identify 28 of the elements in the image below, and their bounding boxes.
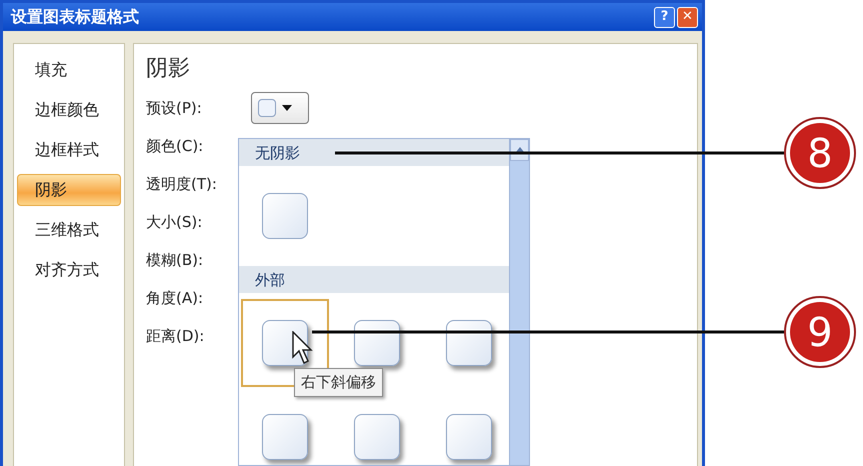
field-label: 颜色(C): bbox=[146, 136, 204, 157]
field-label: 透明度(T): bbox=[146, 174, 218, 195]
caret-icon bbox=[282, 105, 292, 111]
preset-dropdown[interactable] bbox=[251, 92, 309, 124]
gallery-section-header: 无阴影 bbox=[239, 139, 509, 166]
gallery-section-header: 外部 bbox=[239, 266, 509, 293]
sidebar-item[interactable]: 边框颜色 bbox=[17, 94, 121, 126]
field-label: 大小(S): bbox=[146, 212, 204, 233]
field-label: 模糊(B): bbox=[146, 250, 204, 271]
close-button[interactable]: ✕ bbox=[677, 6, 698, 28]
field-label: 预设(P): bbox=[146, 98, 203, 119]
help-button[interactable]: ? bbox=[654, 6, 675, 28]
sidebar-item[interactable]: 三维格式 bbox=[17, 214, 121, 246]
scrollbar[interactable] bbox=[509, 139, 529, 465]
up-arrow-icon bbox=[516, 147, 524, 152]
sidebar-item[interactable]: 边框样式 bbox=[17, 134, 121, 166]
field-label: 角度(A): bbox=[146, 288, 204, 309]
callout-badge: 9 bbox=[784, 296, 856, 368]
window-title: 设置图表标题格式 bbox=[11, 6, 140, 28]
callout-badge: 8 bbox=[784, 117, 856, 189]
mouse-cursor-icon bbox=[292, 331, 314, 365]
sidebar-item[interactable]: 填充 bbox=[17, 54, 121, 86]
sidebar-item[interactable]: 对齐方式 bbox=[17, 254, 121, 286]
section-heading: 阴影 bbox=[146, 55, 191, 83]
sidebar-item[interactable]: 阴影 bbox=[17, 174, 121, 206]
shadow-swatch-icon bbox=[258, 99, 276, 117]
field-label: 距离(D): bbox=[146, 326, 206, 347]
tooltip: 右下斜偏移 bbox=[294, 368, 383, 396]
